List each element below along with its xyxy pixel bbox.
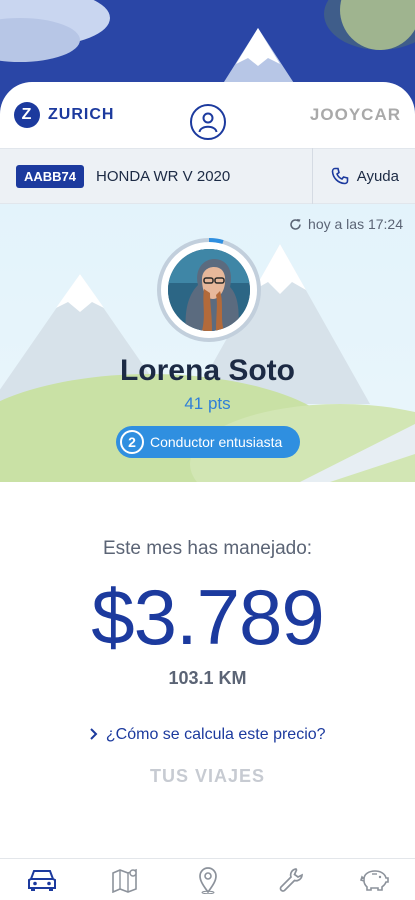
monthly-distance: 103.1 KM (168, 668, 247, 688)
trips-link[interactable]: TUS VIAJES (0, 766, 415, 787)
zurich-wordmark: ZURICH (48, 106, 115, 123)
wrench-icon (279, 867, 303, 892)
month-label: Este mes has manejado: (102, 538, 313, 559)
level-number: 2 (120, 430, 144, 454)
tab-location[interactable] (188, 862, 228, 898)
refresh-icon[interactable] (289, 218, 302, 231)
piggy-bank-icon (359, 869, 389, 891)
price-calculation-link-label: ¿Cómo se calcula este precio? (105, 726, 326, 743)
level-label: Conductor entusiasta (150, 434, 283, 450)
user-points: 41 pts (184, 394, 231, 413)
main-card: Z ZURICH JOOYCAR AABB74 HONDA WR V 2020 … (0, 82, 415, 900)
last-update: hoy a las 17:24 (289, 216, 403, 232)
zurich-logo: Z ZURICH (14, 102, 114, 128)
bottom-tab-bar (0, 858, 415, 900)
tab-map[interactable] (105, 862, 145, 898)
tab-car[interactable] (22, 862, 62, 898)
brand-bar: Z ZURICH JOOYCAR (0, 82, 415, 148)
profile-section: hoy a las 17:24 Lorena Soto 41 pts 2 Con… (0, 204, 415, 482)
monthly-summary: Este mes has manejado: $3.789 103.1 KM ¿… (0, 482, 415, 862)
profile-button[interactable] (190, 104, 226, 140)
monthly-amount: $3.789 (91, 573, 325, 661)
jooycar-logo: JOOYCAR (309, 105, 401, 124)
zurich-logo-mark: Z (14, 102, 40, 128)
help-button[interactable]: Ayuda (313, 167, 415, 185)
last-update-text: hoy a las 17:24 (308, 216, 403, 232)
user-name: Lorena Soto (119, 354, 295, 387)
help-label: Ayuda (356, 167, 399, 185)
car-icon (27, 869, 56, 891)
tab-savings[interactable] (354, 862, 394, 898)
avatar[interactable] (157, 238, 261, 342)
phone-icon (331, 167, 349, 185)
user-icon (198, 112, 218, 133)
license-plate-badge[interactable]: AABB74 (16, 164, 85, 188)
tab-maintenance[interactable] (271, 862, 311, 898)
avatar-photo (168, 249, 250, 331)
chevron-right-icon (90, 728, 98, 740)
map-icon (111, 868, 137, 893)
vehicle-model[interactable]: HONDA WR V 2020 (96, 168, 230, 185)
driver-level-badge[interactable]: 2 Conductor entusiasta (116, 426, 300, 458)
price-calculation-link[interactable]: ¿Cómo se calcula este precio? (0, 726, 415, 744)
location-pin-icon (198, 866, 217, 894)
vehicle-bar: AABB74 HONDA WR V 2020 Ayuda (0, 148, 415, 204)
